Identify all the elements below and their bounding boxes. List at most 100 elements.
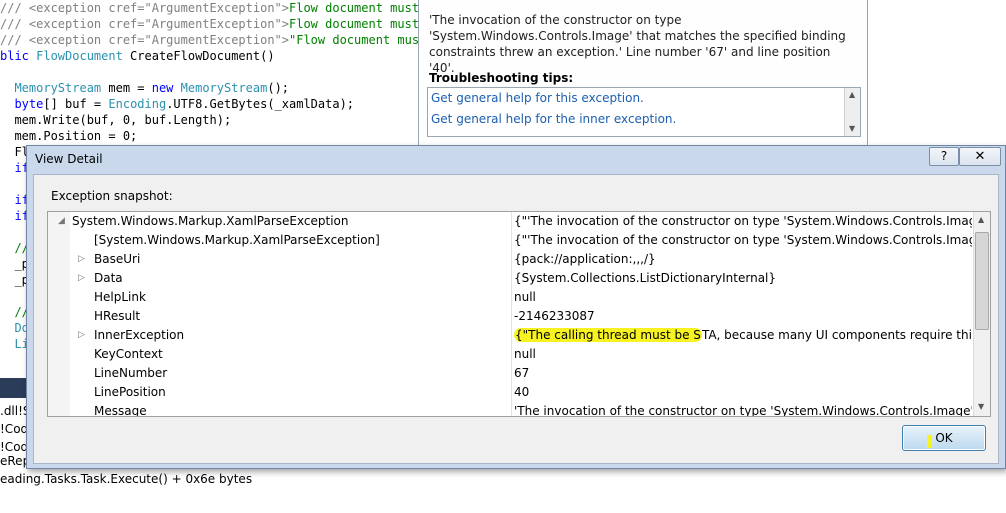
- property-name: BaseUri: [94, 252, 141, 266]
- property-name: InnerException: [94, 328, 185, 342]
- code-line[interactable]: byte[] buf = Encoding.UTF8.GetBytes(_xam…: [0, 96, 354, 112]
- property-name: LinePosition: [94, 385, 166, 399]
- property-name: LineNumber: [94, 366, 168, 380]
- dialog-body: Exception snapshot: ◢ System.Windows.Mark…: [33, 174, 999, 464]
- highlight-mark: [927, 435, 932, 448]
- code-token: mem.Position = 0;: [0, 129, 138, 143]
- property-row[interactable]: [System.Windows.Markup.XamlParseExceptio…: [48, 231, 974, 250]
- property-row[interactable]: ◢ System.Windows.Markup.XamlParseExceptio…: [48, 212, 974, 231]
- expand-arrow-icon[interactable]: ▷: [78, 269, 85, 288]
- value-text: TA, because many UI components require t…: [701, 328, 972, 342]
- code-token: _p: [0, 273, 29, 287]
- code-line[interactable]: MemoryStream mem = new MemoryStream();: [0, 80, 289, 96]
- scroll-down-icon[interactable]: ▼: [978, 402, 984, 411]
- property-value: 'The invocation of the constructor on ty…: [514, 404, 972, 417]
- property-value: {pack://application:,,,/}: [514, 252, 656, 266]
- code-line[interactable]: blic FlowDocument CreateFlowDocument(): [0, 48, 275, 64]
- code-token: blic: [0, 49, 37, 63]
- code-token: [] buf =: [43, 97, 109, 111]
- code-token: Encoding: [108, 97, 167, 111]
- close-button[interactable]: ✕: [959, 147, 1001, 166]
- property-name: [System.Windows.Markup.XamlParseExceptio…: [94, 233, 380, 247]
- code-token: Li: [0, 337, 29, 351]
- code-line[interactable]: if: [0, 208, 29, 224]
- tip-link-inner-exception-help[interactable]: Get general help for the inner exception…: [431, 112, 676, 126]
- property-value: {"The calling thread must be STA, becaus…: [514, 326, 972, 345]
- code-token: <exception cref="ArgumentException">: [21, 1, 289, 15]
- property-name: Data: [94, 271, 123, 285]
- code-token: Do: [0, 321, 29, 335]
- code-token: if: [0, 209, 29, 223]
- code-token: ///: [0, 33, 22, 47]
- troubleshooting-tips-list: Get general help for this exception. Get…: [427, 87, 861, 137]
- code-token: if: [0, 161, 29, 175]
- code-line[interactable]: //: [0, 240, 28, 256]
- code-token: //: [0, 305, 29, 319]
- code-token: Flow document must hav: [289, 1, 420, 15]
- dialog-title: View Detail: [35, 152, 103, 166]
- code-line[interactable]: mem.Position = 0;: [0, 128, 137, 144]
- code-line[interactable]: _p: [0, 272, 29, 288]
- property-name: Message: [94, 404, 147, 417]
- code-token: mem.Write(buf, 0, buf.Length);: [0, 113, 232, 127]
- code-line[interactable]: Li: [0, 336, 29, 352]
- property-row[interactable]: Message 'The invocation of the constructo…: [48, 402, 974, 417]
- code-token: "Flow document must ha: [289, 33, 420, 47]
- exception-snapshot-label: Exception snapshot:: [51, 189, 173, 203]
- code-line[interactable]: /// <exception cref="ArgumentException">…: [0, 16, 420, 32]
- expand-arrow-icon[interactable]: ▷: [78, 250, 85, 269]
- code-line[interactable]: //: [0, 304, 29, 320]
- code-token: .UTF8.GetBytes(_xamlData);: [166, 97, 355, 111]
- code-token: <exception cref="ArgumentException">: [21, 17, 289, 31]
- code-line[interactable]: _p: [0, 256, 29, 272]
- expand-arrow-icon[interactable]: ▷: [78, 326, 85, 345]
- property-row[interactable]: LineNumber 67: [48, 364, 974, 383]
- code-token: <exception cref="ArgumentException">: [21, 33, 289, 47]
- property-value: 67: [514, 366, 530, 380]
- highlighted-text: {"The calling thread must be S: [514, 328, 702, 342]
- property-name: KeyContext: [94, 347, 163, 361]
- code-token: FlowDocument: [36, 49, 123, 63]
- code-line[interactable]: Do: [0, 320, 29, 336]
- property-row[interactable]: HelpLink null: [48, 288, 974, 307]
- property-row[interactable]: KeyContext null: [48, 345, 974, 364]
- code-line[interactable]: mem.Write(buf, 0, buf.Length);: [0, 112, 231, 128]
- tips-scrollbar[interactable]: ▲ ▼: [844, 88, 860, 136]
- property-value: 40: [514, 385, 530, 399]
- property-value: null: [514, 290, 536, 304]
- code-token: ///: [0, 1, 22, 15]
- view-detail-dialog: View Detail ? ✕ Exception snapshot: ◢ Sys…: [26, 145, 1006, 469]
- property-value: {"'The invocation of the constructor on …: [514, 233, 972, 247]
- scroll-up-icon[interactable]: ▲: [978, 215, 984, 224]
- exception-message: 'The invocation of the constructor on ty…: [429, 13, 846, 75]
- code-token: _p: [0, 257, 29, 271]
- call-stack-line[interactable]: !Cod: [0, 420, 28, 438]
- scroll-down-icon[interactable]: ▼: [849, 124, 855, 133]
- code-token: MemoryStream: [173, 81, 268, 95]
- property-row[interactable]: ▷ InnerException {"The calling thread must…: [48, 326, 974, 345]
- scrollbar-thumb[interactable]: [975, 232, 989, 330]
- code-token: mem =: [101, 81, 152, 95]
- code-token: if: [0, 193, 29, 207]
- code-line[interactable]: /// <exception cref="ArgumentException">…: [0, 32, 420, 48]
- property-row[interactable]: ▷ Data {System.Collections.ListDictionaryI…: [48, 269, 974, 288]
- ok-button[interactable]: OK: [902, 425, 986, 451]
- scroll-up-icon[interactable]: ▲: [849, 90, 855, 99]
- property-row[interactable]: HResult -2146233087: [48, 307, 974, 326]
- code-token: MemoryStream: [0, 81, 102, 95]
- code-line[interactable]: /// <exception cref="ArgumentException">…: [0, 0, 420, 16]
- property-row[interactable]: LinePosition 40: [48, 383, 974, 402]
- code-line[interactable]: if: [0, 160, 29, 176]
- call-stack-line[interactable]: eading.Tasks.Task.Execute() + 0x6e bytes: [0, 470, 252, 488]
- code-line[interactable]: if: [0, 192, 29, 208]
- code-line[interactable]: Fl: [0, 144, 29, 160]
- collapse-arrow-icon[interactable]: ◢: [58, 212, 65, 231]
- exception-property-grid[interactable]: ◢ System.Windows.Markup.XamlParseExceptio…: [47, 211, 991, 417]
- property-row[interactable]: ▷ BaseUri {pack://application:,,,/}: [48, 250, 974, 269]
- property-name: HResult: [94, 309, 141, 323]
- troubleshooting-tips-title: Troubleshooting tips:: [429, 71, 574, 85]
- help-button[interactable]: ?: [929, 147, 959, 166]
- code-token: Fl: [0, 145, 29, 159]
- property-value: -2146233087: [514, 309, 595, 323]
- tip-link-exception-help[interactable]: Get general help for this exception.: [431, 91, 644, 105]
